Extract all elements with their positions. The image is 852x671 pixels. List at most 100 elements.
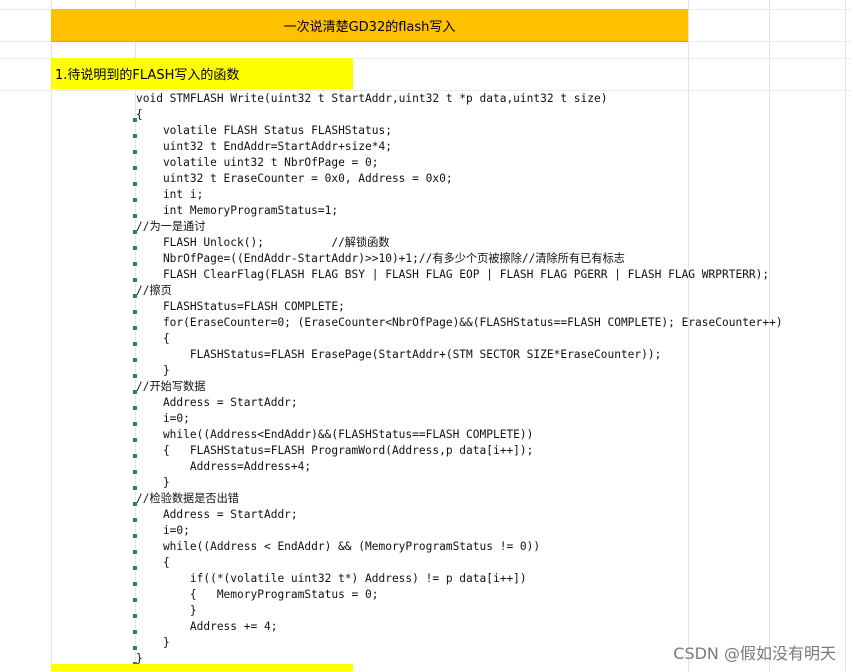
- next-section-cell[interactable]: [51, 664, 353, 671]
- cell-comment-marker: [133, 166, 137, 170]
- code-text: Address = StartAddr;: [136, 508, 298, 521]
- cell-comment-marker: [133, 198, 137, 202]
- code-line[interactable]: Address = StartAddr;: [133, 507, 783, 523]
- code-line[interactable]: //为一是通讨: [133, 219, 783, 235]
- code-text: //开始写数据: [136, 380, 206, 393]
- code-line[interactable]: }: [133, 475, 783, 491]
- code-text: //为一是通讨: [136, 220, 206, 233]
- cell-comment-marker: [133, 150, 137, 154]
- code-line[interactable]: Address += 4;: [133, 619, 783, 635]
- code-text: i=0;: [136, 412, 190, 425]
- code-line[interactable]: //检验数据是否出错: [133, 491, 783, 507]
- code-line[interactable]: Address=Address+4;: [133, 459, 783, 475]
- code-text: uint32 t EraseCounter = 0x0, Address = 0…: [136, 172, 453, 185]
- cell-comment-marker: [133, 246, 137, 250]
- code-line[interactable]: uint32 t EndAddr=StartAddr+size*4;: [133, 139, 783, 155]
- code-block: void STMFLASH Write(uint32 t StartAddr,u…: [133, 91, 783, 667]
- code-line[interactable]: }: [133, 603, 783, 619]
- code-line[interactable]: int MemoryProgramStatus=1;: [133, 203, 783, 219]
- code-text: int i;: [136, 188, 204, 201]
- code-text: {: [136, 556, 170, 569]
- code-line[interactable]: for(EraseCounter=0; (EraseCounter<NbrOfP…: [133, 315, 783, 331]
- cell-comment-marker: [133, 406, 137, 410]
- cell-comment-marker: [133, 390, 137, 394]
- title-cell[interactable]: 一次说清楚GD32的flash写入: [51, 9, 688, 42]
- cell-comment-marker: [133, 278, 137, 282]
- cell-comment-marker: [133, 134, 137, 138]
- code-text: NbrOfPage=((EndAddr-StartAddr)>>10)+1;//…: [136, 252, 625, 265]
- cell-comment-marker: [133, 262, 137, 266]
- code-text: int MemoryProgramStatus=1;: [136, 204, 339, 217]
- code-line[interactable]: FLASHStatus=FLASH ErasePage(StartAddr+(S…: [133, 347, 783, 363]
- cell-comment-marker: [133, 486, 137, 490]
- cell-comment-marker: [133, 374, 137, 378]
- code-text: Address = StartAddr;: [136, 396, 298, 409]
- code-text: { MemoryProgramStatus = 0;: [136, 588, 379, 601]
- code-text: volatile FLASH Status FLASHStatus;: [136, 124, 392, 137]
- grid-column-line: [845, 0, 846, 671]
- code-line[interactable]: volatile FLASH Status FLASHStatus;: [133, 123, 783, 139]
- code-line[interactable]: while((Address<EndAddr)&&(FLASHStatus==F…: [133, 427, 783, 443]
- code-line[interactable]: }: [133, 363, 783, 379]
- code-text: {: [136, 108, 143, 121]
- cell-comment-marker: [133, 470, 137, 474]
- cell-comment-marker: [133, 598, 137, 602]
- cell-comment-marker: [133, 422, 137, 426]
- code-text: for(EraseCounter=0; (EraseCounter<NbrOfP…: [136, 316, 783, 329]
- code-line[interactable]: {: [133, 331, 783, 347]
- cell-comment-marker: [133, 358, 137, 362]
- cell-comment-marker: [133, 182, 137, 186]
- cell-comment-marker: [133, 294, 137, 298]
- cell-comment-marker: [133, 438, 137, 442]
- code-text: }: [136, 636, 170, 649]
- code-text: {: [136, 332, 170, 345]
- cell-comment-marker: [133, 614, 137, 618]
- code-text: Address += 4;: [136, 620, 278, 633]
- grid-column-line: [51, 0, 52, 671]
- cell-comment-marker: [133, 566, 137, 570]
- cell-comment-marker: [133, 582, 137, 586]
- code-line[interactable]: {: [133, 107, 783, 123]
- cell-comment-marker: [133, 630, 137, 634]
- section-header: 1.待说明到的FLASH写入的函数: [55, 68, 240, 83]
- code-line[interactable]: void STMFLASH Write(uint32 t StartAddr,u…: [136, 91, 783, 107]
- code-line[interactable]: i=0;: [133, 523, 783, 539]
- page-title: 一次说清楚GD32的flash写入: [283, 19, 456, 35]
- code-text: }: [136, 364, 170, 377]
- code-line[interactable]: { MemoryProgramStatus = 0;: [133, 587, 783, 603]
- code-line[interactable]: volatile uint32 t NbrOfPage = 0;: [133, 155, 783, 171]
- code-line[interactable]: while((Address < EndAddr) && (MemoryProg…: [133, 539, 783, 555]
- code-line[interactable]: FLASH ClearFlag(FLASH FLAG BSY | FLASH F…: [133, 267, 783, 283]
- cell-comment-marker: [133, 310, 137, 314]
- code-text: { FLASHStatus=FLASH ProgramWord(Address,…: [136, 444, 534, 457]
- cell-comment-marker: [133, 214, 137, 218]
- code-line[interactable]: {: [133, 555, 783, 571]
- code-text: volatile uint32 t NbrOfPage = 0;: [136, 156, 379, 169]
- code-line[interactable]: i=0;: [133, 411, 783, 427]
- code-line[interactable]: //开始写数据: [133, 379, 783, 395]
- code-line[interactable]: uint32 t EraseCounter = 0x0, Address = 0…: [133, 171, 783, 187]
- section-header-cell[interactable]: 1.待说明到的FLASH写入的函数: [51, 58, 353, 89]
- cell-comment-marker: [133, 550, 137, 554]
- code-text: //检验数据是否出错: [136, 492, 239, 505]
- code-line[interactable]: FLASHStatus=FLASH COMPLETE;: [133, 299, 783, 315]
- cell-comment-marker: [133, 118, 137, 122]
- code-text: FLASH ClearFlag(FLASH FLAG BSY | FLASH F…: [136, 268, 770, 281]
- code-line[interactable]: NbrOfPage=((EndAddr-StartAddr)>>10)+1;//…: [133, 251, 783, 267]
- code-text: void STMFLASH Write(uint32 t StartAddr,u…: [136, 92, 608, 105]
- code-text: FLASHStatus=FLASH ErasePage(StartAddr+(S…: [136, 348, 662, 361]
- cell-comment-marker: [133, 534, 137, 538]
- code-line[interactable]: FLASH Unlock(); //解锁函数: [133, 235, 783, 251]
- code-text: FLASHStatus=FLASH COMPLETE;: [136, 300, 345, 313]
- code-line[interactable]: { FLASHStatus=FLASH ProgramWord(Address,…: [133, 443, 783, 459]
- code-line[interactable]: int i;: [133, 187, 783, 203]
- code-line[interactable]: //擦页: [133, 283, 783, 299]
- cell-comment-marker: [133, 326, 137, 330]
- code-line[interactable]: Address = StartAddr;: [133, 395, 783, 411]
- cell-comment-marker: [133, 646, 137, 650]
- code-line[interactable]: if((*(volatile uint32 t*) Address) != p …: [133, 571, 783, 587]
- cell-comment-marker: [133, 502, 137, 506]
- code-text: i=0;: [136, 524, 190, 537]
- code-text: }: [136, 476, 170, 489]
- watermark: CSDN @假如没有明天: [673, 644, 836, 663]
